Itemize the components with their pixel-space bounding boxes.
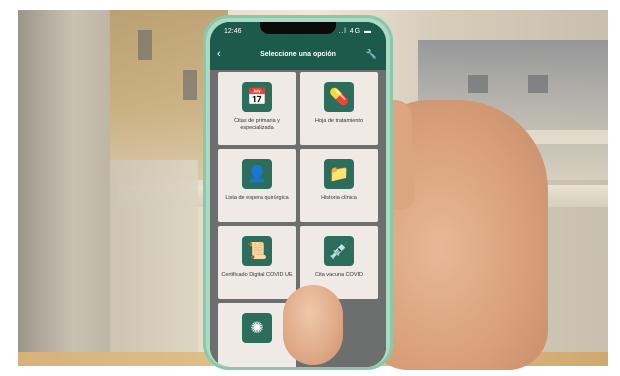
tile-citas[interactable]: 📅 Citas de primaria y especializada (218, 72, 296, 145)
virus-icon: ✺ (242, 313, 272, 343)
concrete-pillar (18, 10, 110, 366)
status-signal: ..l 4G ▬ (338, 28, 372, 35)
tile-label: Cita vacuna COVID (315, 272, 363, 278)
tile-label: Historia clínica (321, 195, 357, 201)
tile-label: Certificado Digital COVID UE (221, 272, 293, 278)
tile-hoja-tratamiento[interactable]: 💊 Hoja de tratamiento (300, 72, 378, 145)
tile-label: Hoja de tratamiento (315, 118, 363, 124)
page-title: Seleccione una opción (260, 51, 336, 58)
syringe-icon: 💉 (324, 236, 354, 266)
tile-certificado-covid[interactable]: 📜 Certificado Digital COVID UE (218, 226, 296, 299)
wrench-icon[interactable]: 🔧 (366, 49, 377, 60)
window (468, 75, 488, 93)
calendar-clock-icon: 📅 (242, 82, 272, 112)
window (528, 75, 548, 93)
tile-label: Citas de primaria y especializada (234, 118, 280, 131)
certificate-icon: 📜 (242, 236, 272, 266)
status-time: 12:46 (224, 28, 242, 35)
tile-label: Lista de espera quirúrgica (225, 195, 289, 201)
app-bar: ‹ Seleccione una opción 🔧 (210, 42, 386, 70)
thumb (283, 285, 343, 365)
tile-historia-clinica[interactable]: 📁 Historia clínica (300, 149, 378, 222)
window (138, 30, 152, 60)
phone-notch (260, 22, 336, 34)
window (183, 70, 197, 100)
tile-lista-espera[interactable]: 👤 Lista de espera quirúrgica (218, 149, 296, 222)
surgeon-icon: 👤 (242, 159, 272, 189)
folder-icon: 📁 (324, 159, 354, 189)
pill-icon: 💊 (324, 82, 354, 112)
